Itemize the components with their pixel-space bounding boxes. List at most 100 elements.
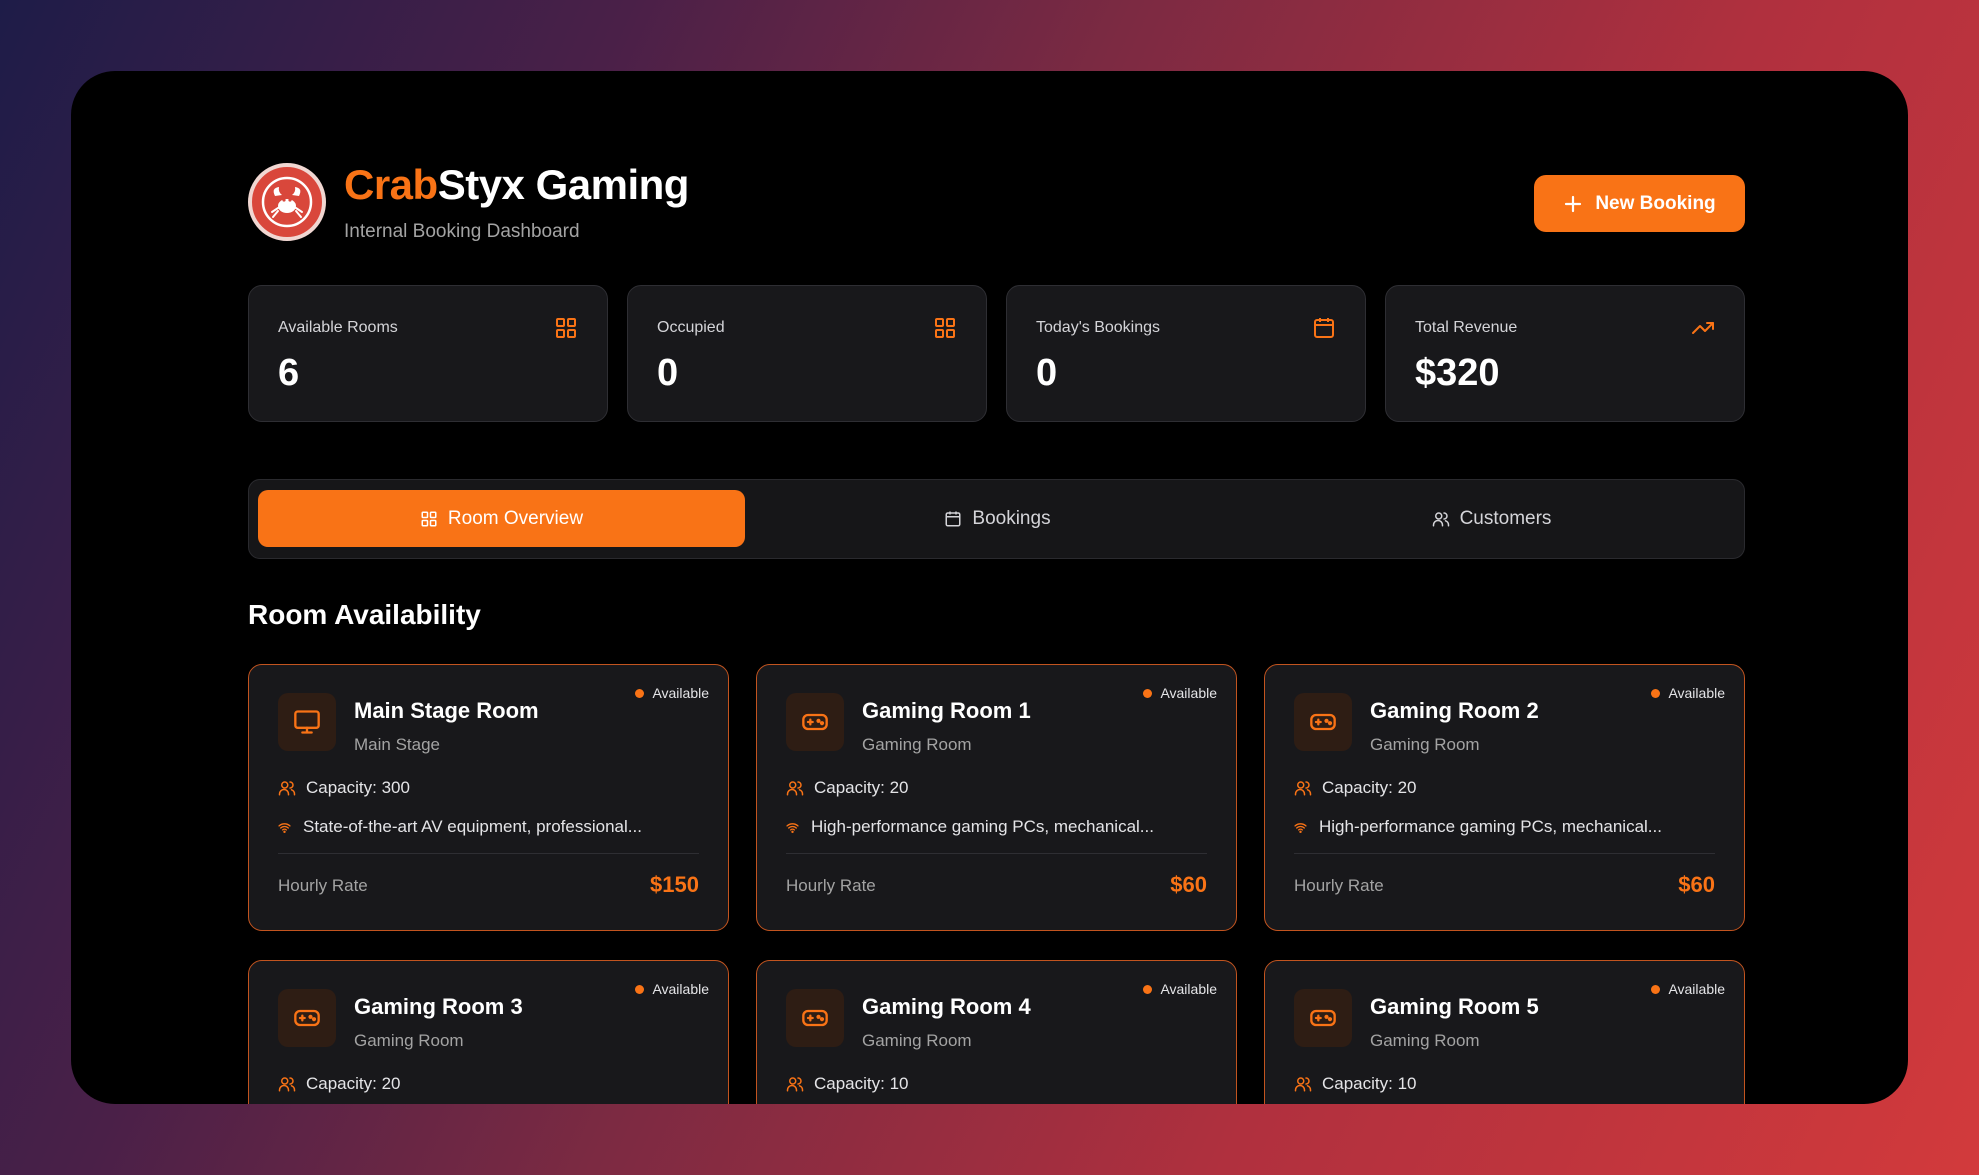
room-name: Gaming Room 3 <box>354 994 523 1019</box>
stat-value: 0 <box>1036 352 1058 394</box>
gamepad-icon <box>786 693 844 751</box>
capacity: Capacity: 10 <box>1294 1074 1417 1094</box>
tab-bookings[interactable]: Bookings <box>754 490 1241 547</box>
rate-value: $60 <box>1678 872 1715 897</box>
stat-todays-bookings: Today's Bookings 0 <box>1006 285 1366 422</box>
room-card[interactable]: Gaming Room 1 Gaming Room Available Capa… <box>756 664 1237 931</box>
new-booking-label: New Booking <box>1595 192 1716 214</box>
wifi-icon <box>1294 822 1307 833</box>
status-badge: Available <box>1651 685 1725 701</box>
stat-label: Total Revenue <box>1415 319 1518 336</box>
crab-logo-icon <box>248 163 326 241</box>
room-card[interactable]: Gaming Room 4 Gaming Room Available Capa… <box>756 960 1237 1104</box>
capacity-label: Capacity: 20 <box>814 778 909 797</box>
gamepad-icon <box>1294 989 1352 1047</box>
rate-value: $150 <box>650 872 699 897</box>
status-label: Available <box>652 685 709 701</box>
room-card[interactable]: Gaming Room 2 Gaming Room Available Capa… <box>1264 664 1745 931</box>
rate-label: Hourly Rate <box>786 876 876 895</box>
users-icon <box>1432 511 1449 526</box>
grid-icon <box>421 511 437 526</box>
status-dot <box>635 688 645 698</box>
header: CrabStyx Gaming Internal Booking Dashboa… <box>248 161 1745 263</box>
capacity-label: Capacity: 20 <box>306 1074 401 1093</box>
room-name: Gaming Room 2 <box>1370 698 1539 723</box>
room-type: Gaming Room <box>1370 735 1480 754</box>
rate-label: Hourly Rate <box>1294 876 1384 895</box>
room-type: Gaming Room <box>354 1031 464 1050</box>
features: High-performance gaming PCs, mechanical.… <box>1294 817 1662 837</box>
room-card[interactable]: Main Stage Room Main Stage Available Cap… <box>248 664 729 931</box>
status-label: Available <box>1668 685 1725 701</box>
rate-label: Hourly Rate <box>278 876 368 895</box>
monitor-icon <box>278 693 336 751</box>
stat-label: Today's Bookings <box>1036 319 1161 336</box>
trending-up-icon <box>1692 322 1714 334</box>
section-title: Room Availability <box>248 599 481 630</box>
stat-total-revenue: Total Revenue $320 <box>1385 285 1745 422</box>
stat-label: Available Rooms <box>278 319 398 336</box>
status-badge: Available <box>635 685 709 701</box>
capacity: Capacity: 10 <box>786 1074 909 1094</box>
calendar-icon <box>1314 318 1334 338</box>
status-label: Available <box>1160 685 1217 701</box>
tab-customers[interactable]: Customers <box>1248 490 1735 547</box>
tab-label: Room Overview <box>447 507 584 529</box>
stat-label: Occupied <box>657 319 725 336</box>
tab-room-overview[interactable]: Room Overview <box>258 490 745 547</box>
capacity-label: Capacity: 300 <box>306 778 410 797</box>
tab-label: Bookings <box>972 507 1051 529</box>
features-label: High-performance gaming PCs, mechanical.… <box>811 817 1154 836</box>
room-name: Gaming Room 1 <box>862 698 1031 723</box>
capacity-label: Capacity: 10 <box>1322 1074 1417 1093</box>
status-label: Available <box>1160 981 1217 997</box>
gamepad-icon <box>278 989 336 1047</box>
room-card[interactable]: Gaming Room 5 Gaming Room Available Capa… <box>1264 960 1745 1104</box>
status-dot <box>1651 984 1661 994</box>
app-window: CrabStyx Gaming Internal Booking Dashboa… <box>71 71 1908 1104</box>
features-label: High-performance gaming PCs, mechanical.… <box>1319 817 1662 836</box>
stat-occupied: Occupied 0 <box>627 285 987 422</box>
status-badge: Available <box>1143 685 1217 701</box>
calendar-icon <box>945 511 961 526</box>
room-type: Gaming Room <box>862 735 972 754</box>
stat-available-rooms: Available Rooms 6 <box>248 285 608 422</box>
room-name: Gaming Room 4 <box>862 994 1031 1019</box>
users-icon <box>1294 1077 1312 1092</box>
status-dot <box>1143 688 1153 698</box>
status-label: Available <box>1668 981 1725 997</box>
wifi-icon <box>786 822 799 833</box>
status-badge: Available <box>1651 981 1725 997</box>
capacity: Capacity: 20 <box>786 778 909 798</box>
stat-value: 0 <box>657 352 679 394</box>
gamepad-icon <box>786 989 844 1047</box>
users-icon <box>1294 781 1312 796</box>
stat-value: 6 <box>278 352 300 394</box>
status-dot <box>1651 688 1661 698</box>
features: High-performance gaming PCs, mechanical.… <box>786 817 1154 837</box>
brand-rest: Styx Gaming <box>437 161 690 208</box>
wifi-icon <box>278 822 291 833</box>
grid-icon <box>935 318 955 338</box>
divider <box>1294 853 1715 854</box>
status-dot <box>1143 984 1153 994</box>
capacity: Capacity: 20 <box>278 1074 401 1094</box>
stat-value: $320 <box>1415 352 1500 394</box>
room-name: Gaming Room 5 <box>1370 994 1539 1019</box>
page-subtitle: Internal Booking Dashboard <box>344 221 580 242</box>
room-type: Gaming Room <box>1370 1031 1480 1050</box>
room-type: Gaming Room <box>862 1031 972 1050</box>
status-label: Available <box>652 981 709 997</box>
capacity: Capacity: 20 <box>1294 778 1417 798</box>
users-icon <box>278 1077 296 1092</box>
users-icon <box>786 1077 804 1092</box>
users-icon <box>278 781 296 796</box>
gamepad-icon <box>1294 693 1352 751</box>
capacity-label: Capacity: 20 <box>1322 778 1417 797</box>
new-booking-button[interactable]: New Booking <box>1534 175 1745 232</box>
divider <box>278 853 699 854</box>
room-name: Main Stage Room <box>354 698 539 723</box>
tab-bar: Room Overview Bookings Customers <box>248 479 1745 559</box>
room-card[interactable]: Gaming Room 3 Gaming Room Available Capa… <box>248 960 729 1104</box>
capacity-label: Capacity: 10 <box>814 1074 909 1093</box>
